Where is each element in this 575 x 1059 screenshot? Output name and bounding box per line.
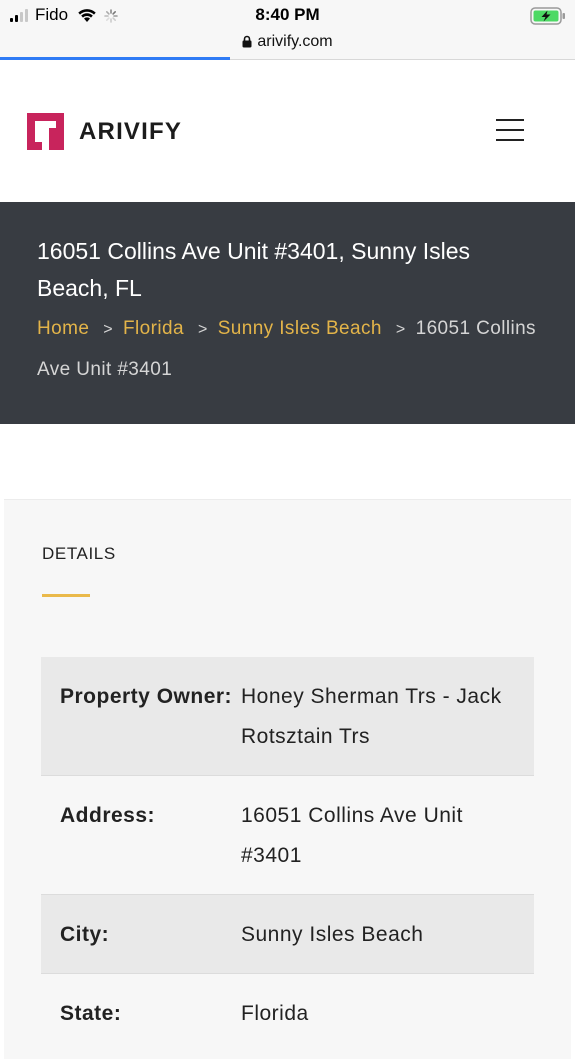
detail-value: Honey Sherman Trs - Jack Rotsztain Trs [241,657,534,776]
status-left: Fido [10,5,118,24]
wifi-icon [78,9,96,22]
browser-url-bar[interactable]: arivify.com [0,30,575,60]
detail-value: Florida [241,1002,309,1025]
main-content: DETAILS Property Owner: Honey Sherman Tr… [0,424,575,1059]
breadcrumb-separator: > [395,321,406,338]
detail-label: Property Owner: [41,657,241,776]
breadcrumb-state-link[interactable]: Florida [123,318,184,339]
detail-value: 16051 Collins Ave Unit #3401 [241,775,534,895]
url-text: arivify.com [257,32,333,50]
cellular-signal-icon [10,8,28,22]
url-display[interactable]: arivify.com [242,32,333,51]
detail-label: Address: [41,775,241,895]
page-title: 16051 Collins Ave Unit #3401, Sunny Isle… [37,238,471,301]
menu-hamburger-icon[interactable] [496,119,524,141]
logo-text: ARIVIFY [79,117,183,145]
detail-label: State: [60,1002,122,1025]
page-hero: 16051 Collins Ave Unit #3401, Sunny Isle… [0,202,575,424]
breadcrumb-city-link[interactable]: Sunny Isles Beach [218,318,382,339]
breadcrumb-home-link[interactable]: Home [37,318,89,339]
breadcrumb-separator: > [103,321,114,338]
page-load-progress [0,57,230,60]
site-logo[interactable]: ARIVIFY [27,113,182,150]
breadcrumb-separator: > [197,321,208,338]
details-table: Property Owner: Honey Sherman Trs - Jack… [41,657,534,1052]
battery-charging-icon [530,7,565,25]
heading-underline [42,594,90,597]
details-card: DETAILS Property Owner: Honey Sherman Tr… [4,499,571,1059]
carrier-name: Fido [35,5,69,24]
table-row: State: Florida [41,974,534,1053]
detail-value: Sunny Isles Beach [241,894,534,974]
table-row: Property Owner: Honey Sherman Trs - Jack… [41,657,534,776]
lock-icon [242,35,252,48]
detail-label: City: [41,894,241,974]
arivify-logo-icon [27,113,64,150]
details-heading: DETAILS [42,544,116,563]
status-bar: Fido 8:40 PM [0,0,575,30]
table-row: City: Sunny Isles Beach [41,894,534,974]
site-header: ARIVIFY [0,61,575,202]
breadcrumb: Home > Florida > Sunny Isles Beach >16051 Col… [37,309,537,390]
loading-spinner-icon [104,8,118,23]
table-row: Address: 16051 Collins Ave Unit #3401 [41,775,534,895]
